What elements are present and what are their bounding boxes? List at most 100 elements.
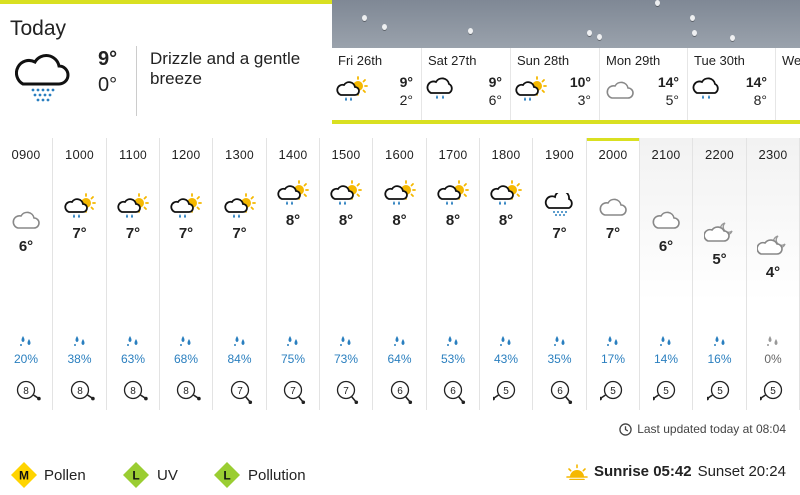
wind-speed: 7 <box>237 386 243 397</box>
hour-time: 2200 <box>693 147 746 162</box>
today-title: Today <box>10 17 67 40</box>
day-tab[interactable]: Sat 27th 9° 6° <box>421 48 510 120</box>
minute-value: 00 <box>26 148 41 162</box>
hour-temperature: 5° <box>712 251 727 268</box>
hour-column[interactable]: 1600 8° 64% 6 <box>373 138 427 410</box>
hour-temperature: 8° <box>498 212 514 229</box>
hour-column[interactable]: 1400 8° 75% 7 <box>267 138 320 410</box>
rain-chance: 0% <box>764 352 782 366</box>
hour-column[interactable]: 2100 6° 14% 5 <box>640 138 693 410</box>
uv-label[interactable]: UV <box>157 467 178 484</box>
minute-value: 00 <box>560 148 574 162</box>
hour-time: 2100 <box>640 147 692 162</box>
hour-temperature: 7° <box>605 225 621 242</box>
day-tab[interactable]: Fri 26th 9° 2° <box>332 48 421 120</box>
rain-chance: 17% <box>600 352 626 366</box>
minute-value: 00 <box>506 148 521 162</box>
sunrise-time: 05:42 <box>653 463 692 480</box>
pollution-label[interactable]: Pollution <box>248 467 306 484</box>
sunrise-label: Sunrise <box>594 463 650 480</box>
hour-column[interactable]: 2300 4° 0% 5 <box>747 138 800 410</box>
day-low: 5° <box>665 92 679 108</box>
day-high: 14° <box>657 74 679 90</box>
cloud-moon-icon <box>757 232 789 260</box>
day-tab[interactable]: Sun 28th 10° 3° <box>510 48 599 120</box>
day-high: 14° <box>745 74 767 90</box>
hour-time: 1900 <box>533 147 586 162</box>
light-rain-sun-icon <box>117 193 149 221</box>
today-low: 0° <box>98 74 118 96</box>
raindrop <box>655 0 660 6</box>
minute-value: 00 <box>613 148 628 162</box>
raindrops-icon <box>605 334 621 348</box>
hour-column[interactable]: 1900 7° 35% 6 <box>533 138 587 410</box>
day-name: Tue 30th <box>694 53 745 68</box>
sunrise-icon <box>566 463 588 480</box>
current-hour-marker <box>587 138 639 141</box>
wind-direction-icon: 6 <box>550 380 572 404</box>
minute-value: 00 <box>240 148 254 162</box>
light-rain-icon <box>692 75 724 105</box>
hour-value: 18 <box>491 147 507 162</box>
uv-level: L <box>132 469 139 483</box>
today-high: 9° <box>98 48 118 70</box>
hour-temperature: 7° <box>552 225 567 242</box>
raindrops-icon <box>392 334 408 348</box>
rain-chance: 64% <box>387 352 412 366</box>
hour-column[interactable]: 2000 7° 17% 5 <box>587 138 640 410</box>
raindrops-icon <box>285 334 301 348</box>
today-card[interactable]: Today 9° 0° Drizzle and a gentle breeze <box>0 0 332 123</box>
hour-temperature: 6° <box>658 238 674 255</box>
environment-footer: M Pollen L UV L Pollution Sunrise 05:42 … <box>0 455 800 495</box>
rain-chance: 43% <box>493 352 519 366</box>
hour-time: 2300 <box>747 147 799 162</box>
hour-time: 1000 <box>53 147 106 162</box>
hour-value: 09 <box>11 147 27 162</box>
clock-icon <box>619 422 632 436</box>
raindrop <box>468 28 473 34</box>
day-high: 9° <box>399 74 413 90</box>
raindrops-icon <box>178 334 194 348</box>
hour-column[interactable]: 1800 8° 43% 5 <box>480 138 533 410</box>
minute-value: 00 <box>400 148 414 162</box>
minute-value: 00 <box>720 148 734 162</box>
hour-value: 15 <box>331 147 347 162</box>
day-tab[interactable]: Tue 30th 14° 8° <box>687 48 775 120</box>
raindrops-icon <box>445 334 461 348</box>
wind-direction-icon: 7 <box>230 380 252 404</box>
day-tab[interactable]: We <box>775 48 800 120</box>
wind-direction-icon: 5 <box>760 380 783 401</box>
minute-value: 00 <box>133 148 148 162</box>
raindrops-icon <box>232 334 248 348</box>
wind-speed: 5 <box>503 386 509 397</box>
minute-value: 00 <box>346 148 361 162</box>
pollen-level-badge[interactable]: M <box>10 461 38 489</box>
hour-column[interactable]: 0900 6° 20% 8 <box>0 138 53 410</box>
hour-time: 1700 <box>427 147 479 162</box>
day-tab[interactable]: Mon 29th 14° 5° <box>599 48 687 120</box>
hour-temperature: 4° <box>765 264 781 281</box>
hour-column[interactable]: 1700 8° 53% 6 <box>427 138 480 410</box>
rain-chance: 20% <box>13 352 39 366</box>
pollen-label[interactable]: Pollen <box>44 467 86 484</box>
rain-chance: 14% <box>653 352 679 366</box>
hour-time: 1400 <box>267 147 319 162</box>
raindrop <box>382 24 387 30</box>
minute-value: 00 <box>293 148 308 162</box>
day-low: 2° <box>399 92 413 108</box>
hour-value: 12 <box>171 147 187 162</box>
pollution-level-badge[interactable]: L <box>213 461 241 489</box>
cloud-icon <box>604 75 636 105</box>
minute-value: 00 <box>80 148 94 162</box>
hour-column[interactable]: 2200 5° 16% 5 <box>693 138 747 410</box>
raindrop <box>597 34 602 40</box>
wind-speed: 5 <box>610 386 616 397</box>
hour-column[interactable]: 1500 8° 73% 7 <box>320 138 373 410</box>
hour-time: 1800 <box>480 147 532 162</box>
hour-column[interactable]: 1300 7° 84% 7 <box>213 138 267 410</box>
uv-level-badge[interactable]: L <box>122 461 150 489</box>
light-rain-sun-icon <box>384 180 416 208</box>
hour-column[interactable]: 1000 7° 38% 8 <box>53 138 107 410</box>
hour-column[interactable]: 1100 7° 63% 8 <box>107 138 160 410</box>
hour-column[interactable]: 1200 7° 68% 8 <box>160 138 213 410</box>
